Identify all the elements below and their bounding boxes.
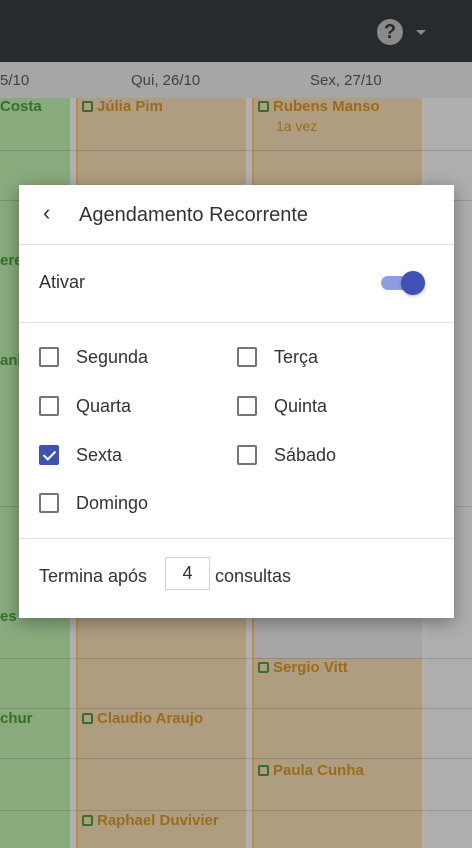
weekday-options: Segunda Terça Quarta Quinta Sexta Sábado… [19, 323, 454, 539]
day-label: Terça [274, 347, 319, 367]
recurring-schedule-dialog: ‹ Agendamento Recorrente Ativar Segunda … [19, 185, 454, 618]
day-label: Sábado [274, 445, 337, 465]
ativar-toggle[interactable] [381, 271, 425, 295]
day-label: Sexta [76, 445, 123, 465]
ends-prefix-label: Termina após [39, 566, 148, 586]
checkbox-sabado[interactable] [237, 445, 257, 465]
ativar-label: Ativar [39, 272, 86, 292]
checkbox-quinta[interactable] [237, 396, 257, 416]
checkbox-segunda[interactable] [39, 347, 59, 367]
day-label: Segunda [76, 347, 149, 367]
checkbox-domingo[interactable] [39, 493, 59, 513]
day-label: Domingo [76, 493, 149, 513]
day-label: Quinta [274, 396, 328, 416]
checkbox-terca[interactable] [237, 347, 257, 367]
dialog-title: Agendamento Recorrente [79, 204, 309, 226]
day-label: Quarta [76, 396, 132, 416]
back-button[interactable]: ‹ [43, 200, 65, 225]
checkbox-quarta[interactable] [39, 396, 59, 416]
toggle-knob [401, 271, 425, 295]
chevron-left-icon: ‹ [43, 200, 51, 225]
ends-after-count-input[interactable]: 4 [165, 557, 210, 590]
ends-suffix-label: consultas [215, 566, 292, 586]
checkbox-sexta[interactable] [39, 445, 59, 465]
ativar-row: Ativar [19, 245, 454, 323]
dialog-header: ‹ Agendamento Recorrente [19, 185, 454, 245]
ends-after-row: Termina após 4 consultas [19, 539, 454, 618]
